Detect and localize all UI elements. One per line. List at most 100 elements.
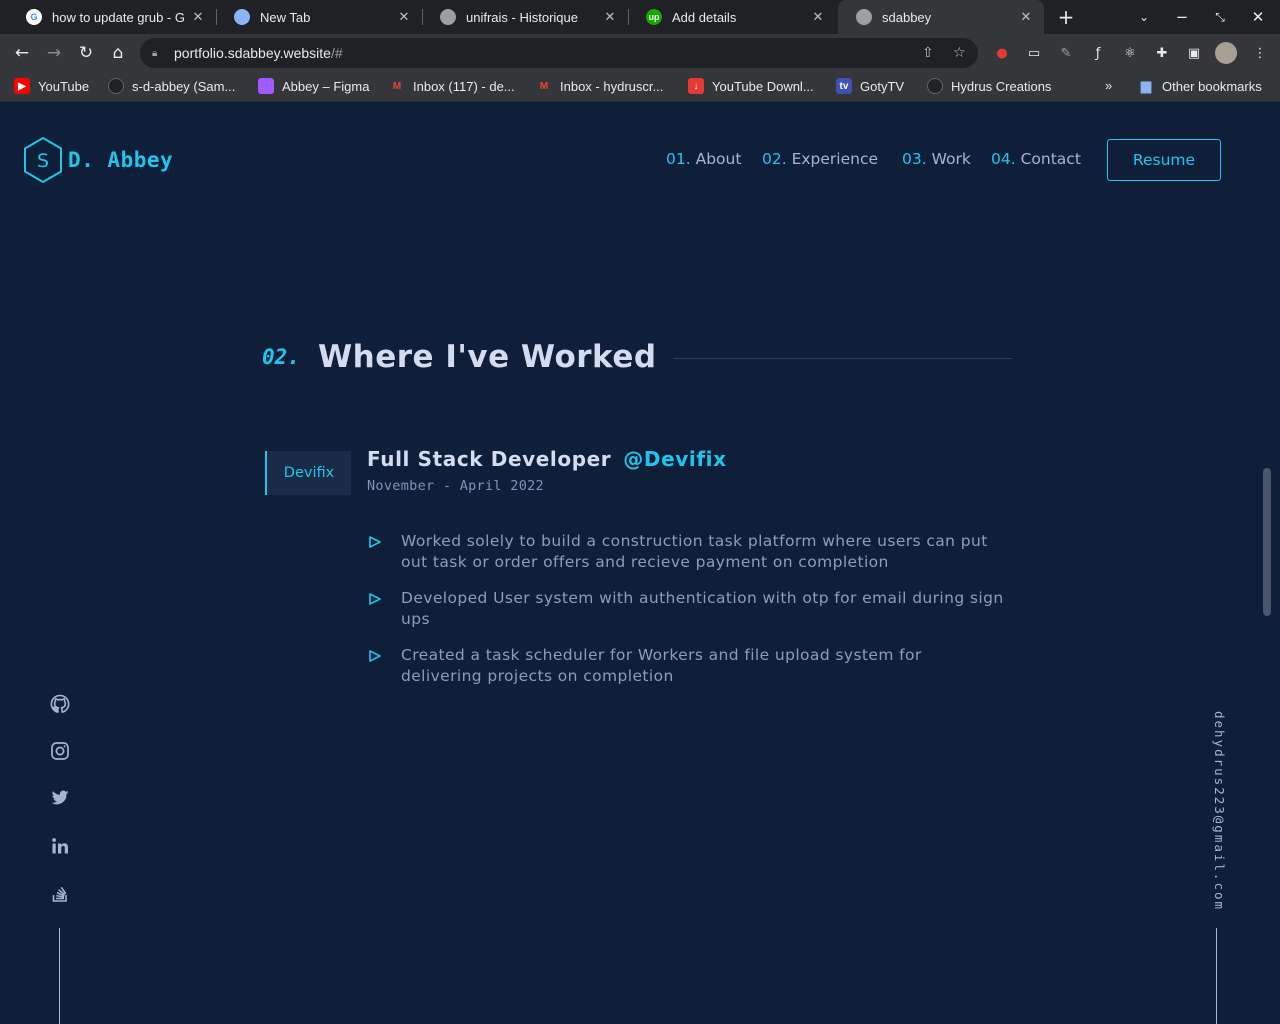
duty-text: Developed User system with authenticatio… xyxy=(401,589,1004,628)
upwork-icon: up xyxy=(646,9,662,25)
bookmark-item[interactable]: Hydrus Creations xyxy=(927,78,1051,94)
twitter-icon[interactable] xyxy=(48,786,72,810)
logo-letter: S xyxy=(37,150,49,172)
pen-icon[interactable]: ✎ xyxy=(1056,43,1076,63)
browser-tab-active[interactable]: sdabbey ✕ xyxy=(838,0,1044,34)
nav-number: 04. xyxy=(991,150,1016,168)
url-host: portfolio.sdabbey.website xyxy=(174,45,331,61)
bookmark-item[interactable]: s-d-abbey (Sam... xyxy=(108,78,235,94)
browser-tab[interactable]: New Tab ✕ xyxy=(216,0,422,34)
forward-button[interactable]: → xyxy=(40,39,68,67)
bookmark-item[interactable]: M Inbox (117) - de... xyxy=(389,78,515,94)
nav-label: Experience xyxy=(791,150,879,168)
tab-company-devifix[interactable]: Devifix xyxy=(265,451,351,495)
tab-strip: G how to update grub - G ✕ New Tab ✕ uni… xyxy=(0,0,1280,34)
tv-icon: tv xyxy=(836,78,852,94)
tab-title: New Tab xyxy=(260,9,311,25)
triangle-bullet-icon xyxy=(369,593,381,605)
job-date: November - April 2022 xyxy=(367,478,544,494)
globe-icon xyxy=(856,9,872,25)
star-icon[interactable]: ☆ xyxy=(953,45,966,61)
restore-button[interactable]: ⤡ xyxy=(1205,0,1235,34)
triangle-bullet-icon xyxy=(369,650,381,662)
close-window-button[interactable]: ✕ xyxy=(1243,0,1273,34)
bookmark-label: YouTube xyxy=(38,78,90,94)
section-number: 02. xyxy=(262,345,300,369)
triangle-bullet-icon xyxy=(369,536,381,548)
portfolio-page: S D. Abbey 01. About 02. Experience 03. … xyxy=(0,103,1280,1024)
bookmark-label: YouTube Downl... xyxy=(712,78,814,94)
scrollbar[interactable] xyxy=(1263,468,1271,616)
chevron-right-icon: » xyxy=(1105,78,1113,93)
linkedin-icon[interactable] xyxy=(48,834,72,858)
bookmark-label: Inbox (117) - de... xyxy=(413,78,515,94)
close-icon[interactable]: ✕ xyxy=(810,9,826,25)
browser-tab[interactable]: unifrais - Historique ✕ xyxy=(422,0,628,34)
hexagon-logo-icon: S xyxy=(24,136,62,184)
gmail-icon: M xyxy=(539,80,549,92)
menu-icon[interactable]: ⋮ xyxy=(1250,43,1270,63)
bookmark-item[interactable]: ↓ YouTube Downl... xyxy=(688,78,814,94)
reload-button[interactable]: ↻ xyxy=(72,39,100,67)
instagram-icon[interactable] xyxy=(48,739,72,763)
nav-experience[interactable]: 02. Experience xyxy=(762,150,878,168)
other-bookmarks-label: Other bookmarks xyxy=(1162,78,1262,94)
github-icon[interactable] xyxy=(48,692,72,716)
github-icon xyxy=(108,78,124,94)
globe-icon xyxy=(440,9,456,25)
bookmarks-bar: ▶ YouTube s-d-abbey (Sam... Abbey – Figma… xyxy=(0,72,1280,102)
function-icon[interactable]: ƒ xyxy=(1088,43,1108,63)
close-icon[interactable]: ✕ xyxy=(1018,9,1034,25)
close-icon[interactable]: ✕ xyxy=(190,9,206,25)
nav-number: 01. xyxy=(666,150,691,168)
stackoverflow-icon[interactable] xyxy=(48,881,72,905)
browser-tab[interactable]: G how to update grub - G ✕ xyxy=(8,0,216,34)
job-title: Full Stack Developer @Devifix xyxy=(367,447,727,471)
logo-text: D. Abbey xyxy=(68,148,174,172)
bookmark-item[interactable]: Abbey – Figma xyxy=(258,78,369,94)
sidepanel-icon[interactable]: ▣ xyxy=(1184,43,1204,63)
youtube-icon: ▶ xyxy=(14,78,30,94)
share-icon[interactable]: ⇧ xyxy=(922,45,934,61)
gmail-icon: M xyxy=(392,80,402,92)
close-icon[interactable]: ✕ xyxy=(396,9,412,25)
tab-title: unifrais - Historique xyxy=(466,9,578,25)
list-item: Created a task scheduler for Workers and… xyxy=(367,645,1007,687)
bookmark-item[interactable]: M Inbox - hydruscr... xyxy=(536,78,664,94)
bookmark-item[interactable]: tv GotyTV xyxy=(836,78,904,94)
email-link[interactable]: dehydrus223@gmail.com xyxy=(1207,711,1227,911)
url-path: /# xyxy=(330,45,343,61)
extension-icon[interactable]: ▭ xyxy=(1024,43,1044,63)
nav-work[interactable]: 03. Work xyxy=(902,150,971,168)
nav-about[interactable]: 01. About xyxy=(666,150,741,168)
more-bookmarks-button[interactable]: » xyxy=(1105,78,1112,93)
back-button[interactable]: ← xyxy=(8,39,36,67)
company-link[interactable]: @Devifix xyxy=(623,447,726,471)
minimize-button[interactable]: − xyxy=(1167,0,1197,34)
react-icon[interactable]: ⚛ xyxy=(1120,43,1140,63)
section-divider xyxy=(672,357,1012,359)
url-text[interactable]: portfolio.sdabbey.website/# xyxy=(174,45,343,61)
adblock-icon[interactable]: ● xyxy=(992,43,1012,63)
nav-contact[interactable]: 04. Contact xyxy=(991,150,1081,168)
tab-search-button[interactable]: ⌄ xyxy=(1129,0,1159,34)
close-icon[interactable]: ✕ xyxy=(602,9,618,25)
duty-text: Worked solely to build a construction ta… xyxy=(401,532,988,571)
site-logo[interactable]: S D. Abbey xyxy=(22,136,173,184)
folder-icon: ▆ xyxy=(1141,78,1151,93)
home-button[interactable]: ⌂ xyxy=(104,39,132,67)
new-tab-button[interactable]: + xyxy=(1051,0,1081,34)
right-rail-line xyxy=(1216,928,1217,1024)
puzzle-icon[interactable]: ✚ xyxy=(1152,43,1172,63)
nav-number: 02. xyxy=(762,150,787,168)
list-item: Developed User system with authenticatio… xyxy=(367,588,1007,630)
avatar[interactable] xyxy=(1215,42,1237,64)
nav-label: About xyxy=(695,150,742,168)
address-bar[interactable]: 🔒︎ portfolio.sdabbey.website/# ⇧ ☆ xyxy=(140,38,978,68)
duty-text: Created a task scheduler for Workers and… xyxy=(401,646,922,685)
resume-button[interactable]: Resume xyxy=(1107,139,1221,181)
bookmark-item[interactable]: ▶ YouTube xyxy=(14,78,89,94)
list-item: Worked solely to build a construction ta… xyxy=(367,531,1007,573)
browser-tab[interactable]: up Add details ✕ xyxy=(628,0,836,34)
other-bookmarks[interactable]: ▆ Other bookmarks xyxy=(1138,78,1262,94)
